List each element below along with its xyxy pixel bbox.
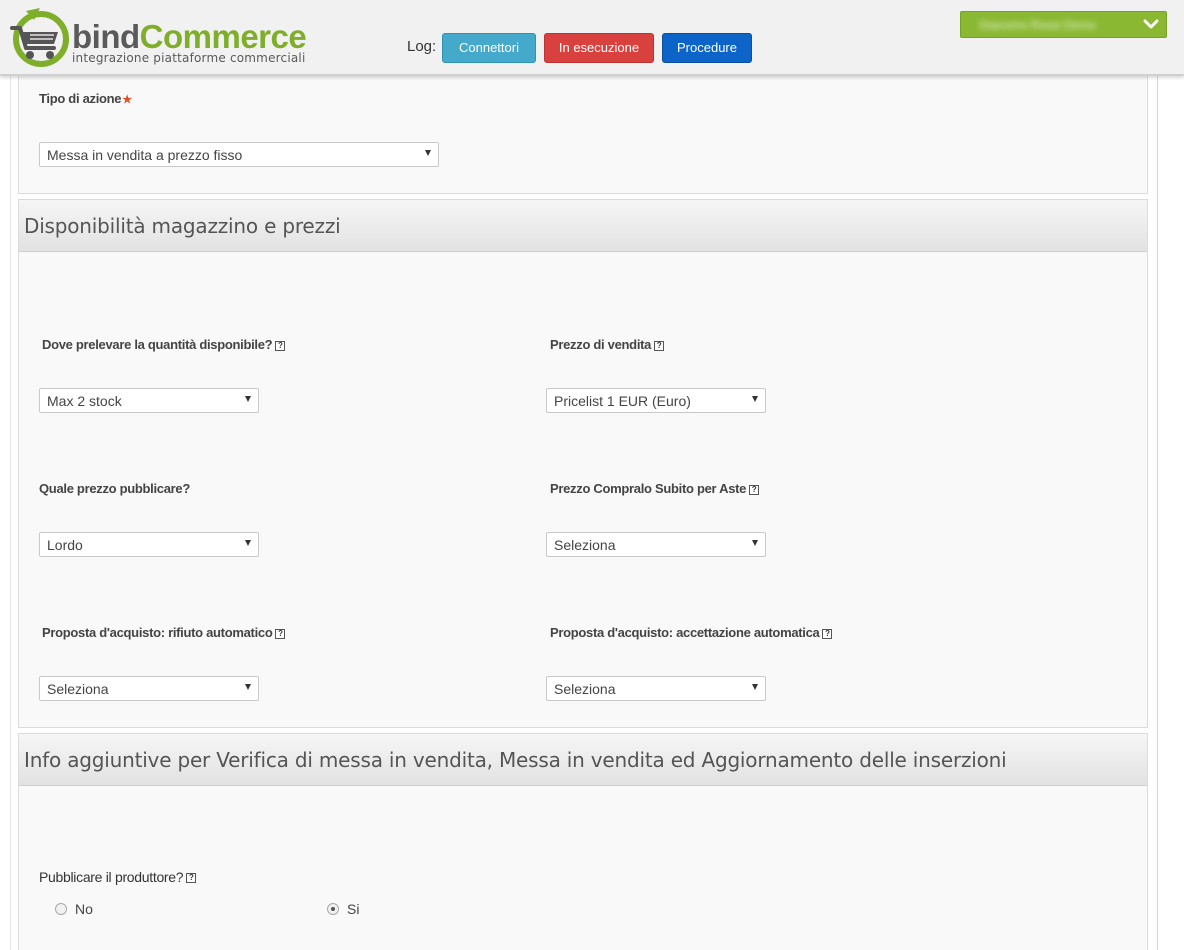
help-icon[interactable]: ? <box>654 340 665 351</box>
radio-unchecked-icon <box>55 903 67 915</box>
auto-accept-label: Proposta d'acquisto: accettazione automa… <box>550 625 833 640</box>
quantity-source-label: Dove prelevare la quantità disponibile?? <box>42 337 286 352</box>
sale-price-label: Prezzo di vendita? <box>550 337 665 352</box>
top-header: bindCommerce integrazione piattaforme co… <box>0 0 1184 76</box>
auto-decline-select[interactable]: Seleziona <box>39 676 259 701</box>
action-type-select[interactable]: Messa in vendita a prezzo fisso <box>39 142 439 167</box>
chevron-down-icon <box>1143 19 1159 29</box>
buy-now-price-label-text: Prezzo Compralo Subito per Aste <box>550 481 747 496</box>
auto-decline-value: Seleziona <box>47 681 109 697</box>
auto-accept-label-text: Proposta d'acquisto: accettazione automa… <box>550 625 820 640</box>
page-left-border <box>10 76 11 950</box>
action-type-label-text: Tipo di azione <box>39 91 122 106</box>
auto-accept-value: Seleziona <box>554 681 616 697</box>
sale-price-value: Pricelist 1 EUR (Euro) <box>554 393 691 409</box>
price-to-publish-value: Lordo <box>47 537 83 553</box>
in-esecuzione-log-button[interactable]: In esecuzione <box>544 33 654 63</box>
action-type-value: Messa in vendita a prezzo fisso <box>47 147 243 163</box>
price-to-publish-label: Quale prezzo pubblicare? <box>39 481 190 496</box>
caret-down-icon <box>752 396 758 402</box>
bindcommerce-logo[interactable]: bindCommerce integrazione piattaforme co… <box>8 6 307 68</box>
user-menu-dropdown[interactable]: Giacomo Rossi Demo <box>960 11 1167 38</box>
quantity-source-select[interactable]: Max 2 stock <box>39 388 259 413</box>
caret-down-icon <box>245 684 251 690</box>
publish-manufacturer-label-text: Pubblicare il produttore? <box>39 869 184 885</box>
help-icon[interactable]: ? <box>749 484 760 495</box>
user-name: Giacomo Rossi Demo <box>979 18 1096 32</box>
stock-prices-header[interactable]: Disponibilità magazzino e prezzi <box>19 200 1147 252</box>
shopping-cart-logo-icon <box>10 8 69 67</box>
logo-text: bindCommerce integrazione piattaforme co… <box>72 18 307 66</box>
additional-info-panel: Info aggiuntive per Verifica di messa in… <box>18 733 1148 950</box>
stock-prices-title: Disponibilità magazzino e prezzi <box>24 214 341 238</box>
procedure-log-button[interactable]: Procedure <box>662 33 752 63</box>
radio-checked-icon <box>327 903 339 915</box>
radio-no-label: No <box>75 901 93 917</box>
logo-tagline: integrazione piattaforme commerciali <box>72 51 306 65</box>
page-right-border <box>1157 76 1158 950</box>
required-star-icon: ★ <box>122 94 132 106</box>
caret-down-icon <box>245 396 251 402</box>
radio-si-label: Si <box>347 901 360 917</box>
log-label: Log: <box>407 38 437 55</box>
additional-info-title: Info aggiuntive per Verifica di messa in… <box>24 748 1007 772</box>
stock-prices-panel: Disponibilità magazzino e prezzi Dove pr… <box>18 199 1148 728</box>
logo-name-commerce: Commerce <box>139 18 307 55</box>
quantity-source-label-text: Dove prelevare la quantità disponibile? <box>42 337 273 352</box>
sale-price-select[interactable]: Pricelist 1 EUR (Euro) <box>546 388 766 413</box>
publish-manufacturer-label: Pubblicare il produttore?? <box>39 869 197 885</box>
auto-decline-label-text: Proposta d'acquisto: rifiuto automatico <box>42 625 273 640</box>
connettori-log-button[interactable]: Connettori <box>442 33 536 63</box>
price-to-publish-select[interactable]: Lordo <box>39 532 259 557</box>
caret-down-icon <box>425 150 431 156</box>
logo-name-bind: bind <box>72 18 140 55</box>
action-type-label: Tipo di azione★ <box>39 91 132 106</box>
help-icon[interactable]: ? <box>186 873 197 884</box>
buy-now-price-select[interactable]: Seleziona <box>546 532 766 557</box>
quantity-source-value: Max 2 stock <box>47 393 122 409</box>
logo-name: bindCommerce <box>72 18 307 55</box>
action-type-panel: Tipo di azione★ Messa in vendita a prezz… <box>18 70 1148 194</box>
auto-accept-select[interactable]: Seleziona <box>546 676 766 701</box>
publish-manufacturer-no-radio[interactable]: No <box>55 901 93 917</box>
buy-now-price-value: Seleziona <box>554 537 616 553</box>
auto-decline-label: Proposta d'acquisto: rifiuto automatico? <box>42 625 286 640</box>
help-icon[interactable]: ? <box>275 628 286 639</box>
buy-now-price-label: Prezzo Compralo Subito per Aste? <box>550 481 760 496</box>
caret-down-icon <box>752 684 758 690</box>
additional-info-header[interactable]: Info aggiuntive per Verifica di messa in… <box>19 734 1147 786</box>
help-icon[interactable]: ? <box>275 340 286 351</box>
caret-down-icon <box>752 540 758 546</box>
publish-manufacturer-si-radio[interactable]: Si <box>327 901 359 917</box>
help-icon[interactable]: ? <box>822 628 833 639</box>
sale-price-label-text: Prezzo di vendita <box>550 337 652 352</box>
caret-down-icon <box>245 540 251 546</box>
